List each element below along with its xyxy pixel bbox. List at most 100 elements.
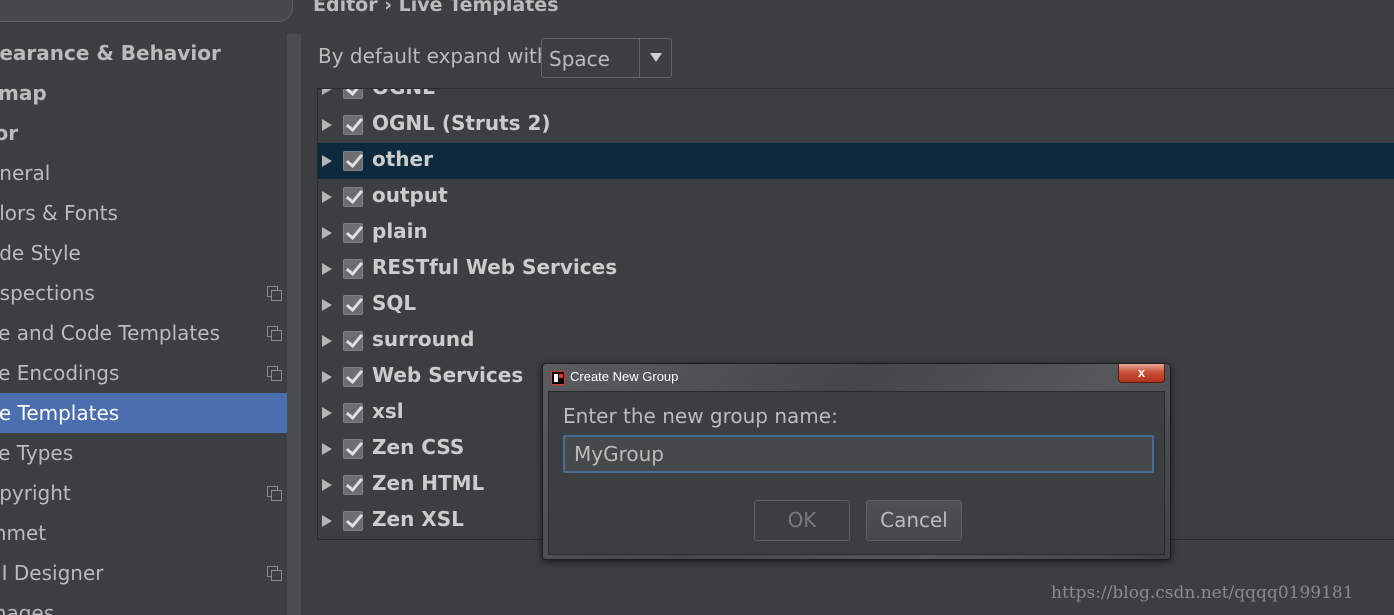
- dialog-body: Enter the new group name: OK Cancel: [548, 391, 1165, 555]
- expand-arrow-icon[interactable]: [322, 479, 332, 491]
- group-enabled-checkbox[interactable]: [343, 151, 363, 171]
- template-group-label: surround: [372, 327, 475, 351]
- template-group-label: SQL: [372, 291, 417, 315]
- sidebar-item[interactable]: eneral: [0, 153, 287, 193]
- sidebar-item-label: opyright: [0, 481, 71, 505]
- sidebar-item[interactable]: ymap: [0, 73, 287, 113]
- template-group-row[interactable]: OGNL (Struts 2): [318, 107, 1394, 143]
- expand-arrow-icon[interactable]: [322, 191, 332, 203]
- template-group-label: xsl: [372, 399, 404, 423]
- expand-arrow-icon[interactable]: [322, 407, 332, 419]
- project-copy-icon: [267, 486, 282, 501]
- sidebar-item-label: eneral: [0, 161, 51, 185]
- template-group-row[interactable]: RESTful Web Services: [318, 251, 1394, 287]
- expand-arrow-icon[interactable]: [322, 515, 332, 527]
- project-copy-icon: [267, 566, 282, 581]
- group-enabled-checkbox[interactable]: [343, 403, 363, 423]
- create-new-group-dialog: Create New Group x Enter the new group n…: [542, 363, 1171, 560]
- sidebar-scrollbar[interactable]: [287, 34, 301, 615]
- group-enabled-checkbox[interactable]: [343, 331, 363, 351]
- project-copy-icon: [267, 326, 282, 341]
- sidebar-item[interactable]: nspections: [0, 273, 287, 313]
- sidebar-item-label: mages: [0, 601, 55, 615]
- sidebar-item-label: nspections: [0, 281, 95, 305]
- sidebar-item-label: ile and Code Templates: [0, 321, 220, 345]
- sidebar-item-label: ile Encodings: [0, 361, 120, 385]
- sidebar-item[interactable]: mmet: [0, 513, 287, 553]
- template-group-row[interactable]: plain: [318, 215, 1394, 251]
- expand-arrow-icon[interactable]: [322, 155, 332, 167]
- sidebar-item[interactable]: ile Types: [0, 433, 287, 473]
- sidebar-item-label: ymap: [0, 81, 47, 105]
- sidebar-item[interactable]: UI Designer: [0, 553, 287, 593]
- expand-with-value: Space: [549, 47, 610, 71]
- sidebar-item[interactable]: ile Encodings: [0, 353, 287, 393]
- expand-arrow-icon[interactable]: [322, 299, 332, 311]
- cancel-button[interactable]: Cancel: [866, 500, 962, 541]
- expand-arrow-icon[interactable]: [322, 263, 332, 275]
- expand-arrow-icon[interactable]: [322, 119, 332, 131]
- sidebar-item[interactable]: olors & Fonts: [0, 193, 287, 233]
- template-group-row[interactable]: surround: [318, 323, 1394, 359]
- group-name-input[interactable]: [563, 435, 1154, 473]
- template-group-label: output: [372, 183, 448, 207]
- ok-button[interactable]: OK: [754, 500, 850, 541]
- sidebar-item[interactable]: ode Style: [0, 233, 287, 273]
- group-enabled-checkbox[interactable]: [343, 367, 363, 387]
- sidebar-item-label: olors & Fonts: [0, 201, 118, 225]
- template-group-label: Web Services: [372, 363, 524, 387]
- group-enabled-checkbox[interactable]: [343, 223, 363, 243]
- dropdown-divider: [639, 39, 640, 77]
- project-copy-icon: [267, 366, 282, 381]
- expand-arrow-icon[interactable]: [322, 335, 332, 347]
- template-group-label: plain: [372, 219, 428, 243]
- sidebar-item-label: tor: [0, 121, 19, 145]
- dialog-title: Create New Group: [570, 369, 679, 384]
- sidebar-item-label: pearance & Behavior: [0, 41, 221, 65]
- group-enabled-checkbox[interactable]: [343, 295, 363, 315]
- template-group-row[interactable]: other: [318, 143, 1394, 179]
- close-button[interactable]: x: [1118, 364, 1165, 383]
- template-group-label: Zen XSL: [372, 507, 464, 531]
- group-enabled-checkbox[interactable]: [343, 475, 363, 495]
- settings-sidebar: pearance & Behavior ymap tor eneral olors & …: [0, 0, 301, 615]
- sidebar-item[interactable]: pearance & Behavior: [0, 33, 287, 73]
- group-enabled-checkbox[interactable]: [343, 115, 363, 135]
- sidebar-item[interactable]: tor: [0, 113, 287, 153]
- dialog-titlebar[interactable]: Create New Group x: [543, 364, 1170, 391]
- expand-with-dropdown[interactable]: Space: [541, 38, 672, 78]
- group-name-prompt: Enter the new group name:: [563, 404, 838, 428]
- watermark: https://blog.csdn.net/qqqq0199181: [1051, 583, 1354, 603]
- project-copy-icon: [267, 286, 282, 301]
- expand-arrow-icon[interactable]: [322, 443, 332, 455]
- group-enabled-checkbox[interactable]: [343, 187, 363, 207]
- template-group-label: OGNL (Struts 2): [372, 111, 551, 135]
- chevron-down-icon[interactable]: [650, 53, 662, 62]
- template-group-row[interactable]: OGNL: [318, 89, 1394, 107]
- template-group-label: RESTful Web Services: [372, 255, 618, 279]
- group-enabled-checkbox[interactable]: [343, 259, 363, 279]
- intellij-app-icon: [551, 371, 565, 385]
- sidebar-item[interactable]: ile and Code Templates: [0, 313, 287, 353]
- sidebar-item[interactable]: opyright: [0, 473, 287, 513]
- settings-search-field[interactable]: [0, 0, 293, 22]
- expand-arrow-icon[interactable]: [322, 227, 332, 239]
- sidebar-item-label: UI Designer: [0, 561, 104, 585]
- template-group-label: Zen HTML: [372, 471, 485, 495]
- expand-arrow-icon[interactable]: [322, 89, 332, 95]
- template-group-row[interactable]: output: [318, 179, 1394, 215]
- group-enabled-checkbox[interactable]: [343, 89, 363, 99]
- sidebar-item-label: ode Style: [0, 241, 81, 265]
- sidebar-item[interactable]: mages: [0, 593, 287, 615]
- sidebar-item[interactable]: ve Templates: [0, 393, 301, 433]
- sidebar-item-label: ve Templates: [0, 401, 120, 425]
- template-group-label: other: [372, 147, 433, 171]
- expand-with-label: By default expand with: [318, 44, 550, 68]
- sidebar-item-label: ile Types: [0, 441, 74, 465]
- template-group-label: OGNL: [372, 89, 435, 99]
- group-enabled-checkbox[interactable]: [343, 511, 363, 531]
- group-enabled-checkbox[interactable]: [343, 439, 363, 459]
- expand-arrow-icon[interactable]: [322, 371, 332, 383]
- template-group-row[interactable]: SQL: [318, 287, 1394, 323]
- sidebar-item-label: mmet: [0, 521, 47, 545]
